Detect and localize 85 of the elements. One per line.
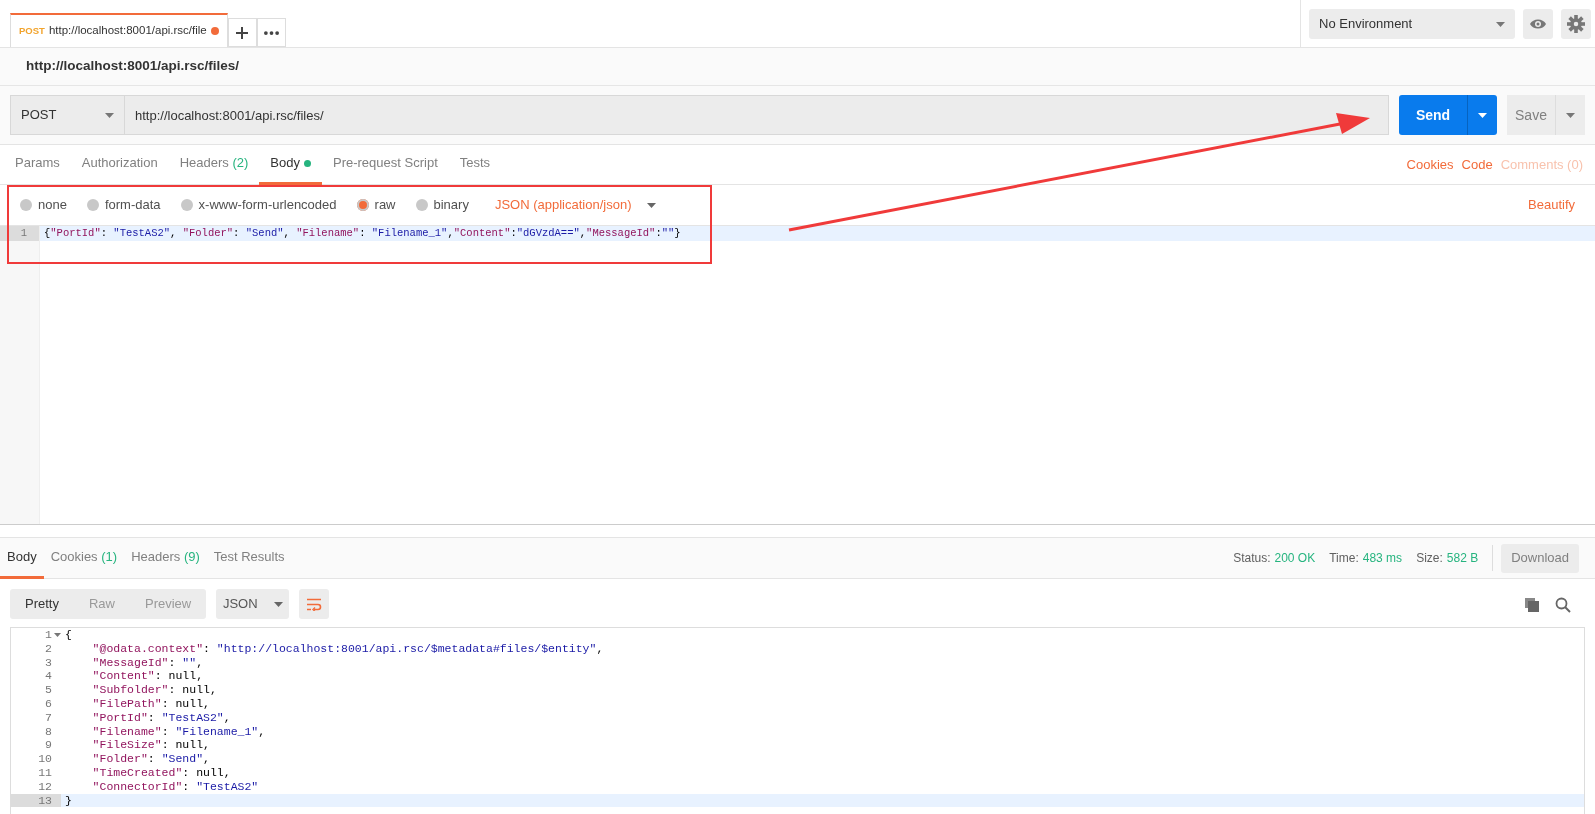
request-tab-link[interactable]: Headers (2) — [168, 144, 260, 185]
code-line: } — [65, 793, 72, 807]
line-number: 6 — [45, 697, 52, 711]
copy-icon — [1525, 597, 1539, 612]
response-tab[interactable]: Headers (9) — [124, 537, 207, 579]
status-value: 483 ms — [1362, 550, 1403, 567]
code-line: "FilePath": null, — [91, 697, 210, 710]
code-line: "ConnectorId": "TestAS2" — [91, 779, 259, 793]
code-line: {"PortId": "TestAS2", "Folder": "Send", "Filename": "Filename_1","Content":"dGVzdA==","MessageId":""} — [44, 227, 681, 239]
request-tab[interactable]: POST http://localhost:8001/api.rsc/file — [10, 13, 228, 47]
line-number: 11 — [38, 765, 52, 780]
request-tab-link[interactable]: Pre-request Script — [322, 144, 449, 185]
code-line: "PortId": "TestAS2", — [91, 710, 231, 724]
caret-icon — [1496, 21, 1505, 27]
line-number: 12 — [38, 779, 52, 794]
settings-button[interactable] — [1561, 9, 1591, 39]
code-line: "Content": null, — [91, 669, 204, 683]
line-number: 4 — [45, 669, 52, 684]
request-tab-link[interactable]: Tests — [448, 144, 502, 185]
response-tab[interactable]: Cookies (1) — [43, 537, 125, 579]
line-number: 5 — [45, 683, 52, 697]
code-line: "@odata.context": "http://localhost:8001/api.rsc/$metadata#files/$entity", — [91, 641, 604, 655]
content-type-select[interactable]: JSON (application/json) — [488, 194, 663, 216]
caret-icon — [273, 601, 283, 607]
caret-icon — [1566, 112, 1575, 118]
code-line: "Folder": "Send", — [91, 752, 210, 766]
caret-icon — [105, 112, 114, 118]
eye-icon — [1529, 18, 1547, 30]
response-tab[interactable]: Test Results — [206, 537, 292, 579]
code-line: { — [65, 628, 72, 641]
radio-option[interactable]: binary — [415, 195, 479, 215]
line-number: 10 — [38, 752, 52, 766]
send-options-button[interactable] — [1467, 95, 1497, 135]
line-number: 7 — [45, 710, 52, 725]
radio-option[interactable]: raw — [356, 195, 406, 215]
download-button[interactable]: Download — [1501, 543, 1579, 573]
save-options-button[interactable] — [1555, 95, 1585, 135]
request-tab-link[interactable]: Params — [4, 144, 71, 185]
search-icon — [1555, 596, 1571, 613]
view-mode-tab[interactable]: Preview — [130, 589, 207, 619]
wrap-icon — [306, 597, 323, 611]
code-line: "Filename": "Filename_1", — [91, 724, 266, 738]
new-tab-button[interactable] — [227, 18, 257, 47]
radio-option[interactable]: form-data — [86, 195, 171, 215]
code-line: "FileSize": null, — [91, 738, 210, 752]
more-button[interactable] — [256, 18, 286, 47]
wrap-button[interactable] — [299, 589, 330, 619]
radio-option[interactable]: none — [20, 195, 77, 215]
code-line: "MessageId": "", — [91, 655, 204, 669]
status-label: Size: — [1416, 550, 1443, 567]
link[interactable]: Cookies — [1402, 154, 1458, 175]
status-value: 200 OK — [1274, 550, 1316, 567]
line-number: 1 — [45, 628, 52, 642]
line-number: 1 — [20, 226, 27, 241]
url-field[interactable]: http://localhost:8001/api.rsc/files/ — [125, 95, 1389, 135]
request-tab-link[interactable]: Authorization — [70, 144, 169, 185]
eye-button[interactable] — [1523, 9, 1553, 39]
view-mode-tab[interactable]: Pretty — [10, 589, 74, 619]
code-line: "Subfolder": null, — [91, 683, 217, 697]
link[interactable]: Code — [1457, 154, 1497, 175]
environment-select[interactable]: No Environment — [1309, 9, 1515, 39]
request-title: http://localhost:8001/api.rsc/files/ — [26, 57, 240, 76]
request-tab-link[interactable]: Body — [259, 144, 322, 185]
caret-icon — [1478, 112, 1487, 118]
settings-icon — [1567, 14, 1585, 34]
save-button[interactable]: Save — [1507, 95, 1555, 135]
line-number: 2 — [45, 641, 52, 656]
view-mode-tab[interactable]: Raw — [73, 589, 130, 619]
status-value: 582 B — [1446, 550, 1479, 567]
line-number: 3 — [45, 655, 52, 670]
plus-icon — [235, 25, 250, 40]
line-number: 13 — [38, 793, 52, 808]
response-tab[interactable]: Body — [0, 537, 44, 579]
caret-icon — [647, 202, 657, 208]
method-select[interactable]: POST — [10, 95, 125, 135]
status-label: Status: — [1233, 550, 1271, 567]
send-button[interactable]: Send — [1399, 95, 1467, 135]
code-line: "TimeCreated": null, — [91, 765, 231, 779]
format-select[interactable]: JSON — [216, 589, 290, 619]
beautify-link[interactable]: Beautify — [1524, 195, 1579, 215]
radio-option[interactable]: x-www-form-urlencoded — [180, 195, 347, 215]
line-number: 8 — [45, 724, 52, 739]
more-icon — [263, 30, 279, 35]
line-number: 9 — [45, 738, 52, 753]
status-label: Time: — [1329, 550, 1359, 567]
